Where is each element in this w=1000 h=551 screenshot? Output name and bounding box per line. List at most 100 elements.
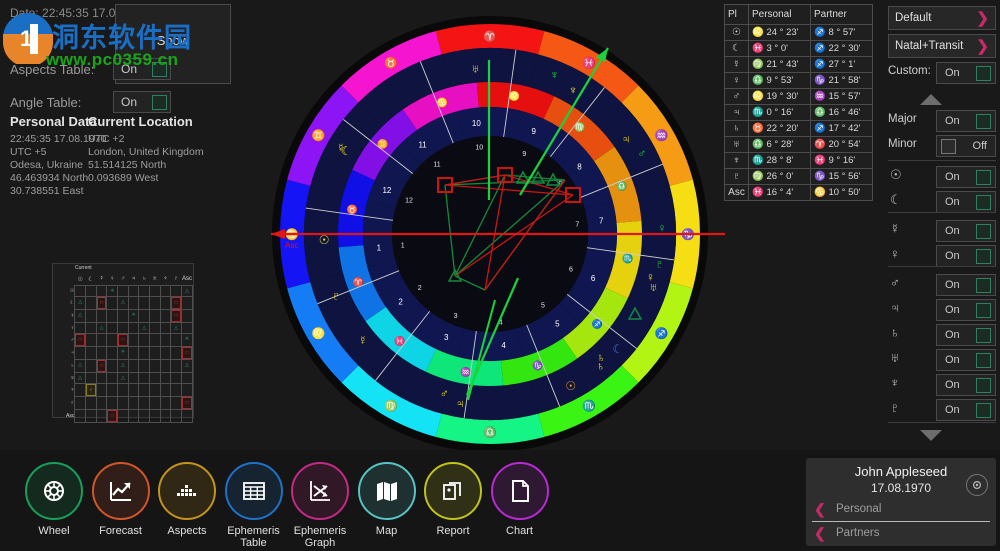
grid-cell[interactable] xyxy=(170,332,182,347)
grid-cell[interactable] xyxy=(170,284,182,297)
grid-cell[interactable] xyxy=(95,371,108,384)
person-partners-row[interactable]: ❮ Partners xyxy=(806,523,996,545)
grid-cell[interactable] xyxy=(138,345,151,360)
planet-toggle[interactable]: On xyxy=(936,374,996,396)
grid-cell[interactable] xyxy=(170,382,182,397)
planets-positions-table[interactable]: Pl Personal Partner ☉ ♌ 24 ° 23' ♐ 8 ° 57' ☾ ♓… xyxy=(724,4,873,201)
grid-cell[interactable] xyxy=(127,295,140,310)
grid-cell[interactable] xyxy=(117,395,129,410)
grid-cell[interactable] xyxy=(138,284,151,297)
grid-cell[interactable] xyxy=(159,308,172,323)
grid-cell[interactable] xyxy=(106,295,119,310)
grid-cell[interactable] xyxy=(127,321,140,334)
grid-cell[interactable]: ✳ xyxy=(127,308,140,323)
grid-cell[interactable] xyxy=(138,332,151,347)
grid-cell[interactable]: □ xyxy=(170,308,182,323)
grid-cell[interactable]: ○ xyxy=(85,382,97,397)
grid-cell[interactable]: △ xyxy=(117,295,129,310)
table-row[interactable]: ♄ ♉ 22 ° 20' ♐ 17 ° 42' xyxy=(724,120,873,137)
grid-cell[interactable] xyxy=(149,358,161,373)
scroll-up-arrow-icon[interactable] xyxy=(920,94,942,105)
grid-cell[interactable] xyxy=(149,408,161,423)
grid-cell[interactable] xyxy=(85,308,97,323)
grid-cell[interactable] xyxy=(138,382,151,397)
grid-cell[interactable] xyxy=(170,358,182,373)
grid-cell[interactable] xyxy=(117,382,129,397)
table-row[interactable]: ☿ ♍ 21 ° 43' ♐ 27 ° 1' xyxy=(724,56,873,73)
grid-cell[interactable] xyxy=(127,408,140,423)
preset-default-button[interactable]: Default ❯ xyxy=(888,6,996,30)
grid-cell[interactable] xyxy=(149,395,161,410)
grid-cell[interactable]: □ xyxy=(180,345,194,360)
grid-cell[interactable]: △ xyxy=(117,358,129,373)
grid-cell[interactable] xyxy=(149,382,161,397)
grid-cell[interactable] xyxy=(117,321,129,334)
astrology-wheel[interactable]: ♈♓♒♑♐♏♎♍♌♋♊♉♐♑♒♓♈♉♊♋♌♍♎♏9988776655443322… xyxy=(255,0,725,450)
grid-cell[interactable] xyxy=(95,284,108,297)
grid-cell[interactable]: △ xyxy=(138,321,151,334)
angle-table-toggle[interactable]: On xyxy=(113,91,171,113)
grid-cell[interactable] xyxy=(106,332,119,347)
grid-cell[interactable] xyxy=(159,395,172,410)
grid-cell[interactable]: △ xyxy=(74,308,87,323)
table-row[interactable]: ♀ ♎ 9 ° 53' ♑ 21 ° 58' xyxy=(724,72,873,89)
table-row[interactable]: ☾ ♓ 3 ° 0' ♐ 22 ° 30' xyxy=(724,40,873,57)
grid-cell[interactable] xyxy=(180,308,194,323)
grid-cell[interactable] xyxy=(95,345,108,360)
grid-cell[interactable] xyxy=(159,321,172,334)
grid-cell[interactable] xyxy=(127,345,140,360)
grid-cell[interactable] xyxy=(85,408,97,423)
planet-toggle[interactable]: On xyxy=(936,274,996,296)
grid-cell[interactable] xyxy=(85,345,97,360)
grid-cell[interactable] xyxy=(74,382,87,397)
grid-cell[interactable] xyxy=(117,408,129,423)
person-personal-row[interactable]: ❮ Personal xyxy=(806,499,996,521)
grid-cell[interactable]: △ xyxy=(74,371,87,384)
aspects-grid-table[interactable]: Current ☉ ☾ ☿ ♀ ♂ ♃ ♄ ♅ ♆ ♇ Asc ☉ ✳ △ ☾ △ □ △ □ ☿ △ ✳ □ ♀ △ △ △ ♂ □ □… xyxy=(52,263,194,423)
grid-cell[interactable] xyxy=(85,295,97,310)
grid-cell[interactable] xyxy=(127,371,140,384)
grid-cell[interactable] xyxy=(85,284,97,297)
table-row[interactable]: ♃ ♏ 0 ° 16' ♎ 16 ° 46' xyxy=(724,104,873,121)
grid-cell[interactable] xyxy=(170,395,182,410)
grid-cell[interactable] xyxy=(138,295,151,310)
planet-toggle[interactable]: On xyxy=(936,245,996,267)
planet-toggle[interactable]: On xyxy=(936,399,996,421)
grid-cell[interactable] xyxy=(95,408,108,423)
grid-cell[interactable] xyxy=(180,321,194,334)
grid-cell[interactable] xyxy=(170,408,182,423)
grid-cell[interactable] xyxy=(95,382,108,397)
planet-toggle[interactable]: On xyxy=(936,324,996,346)
grid-cell[interactable]: □ xyxy=(95,295,108,310)
major-toggle[interactable]: On xyxy=(936,110,996,132)
grid-cell[interactable]: △ xyxy=(74,358,87,373)
table-row[interactable]: ☉ ♌ 24 ° 23' ♐ 8 ° 57' xyxy=(724,24,873,41)
grid-cell[interactable] xyxy=(74,408,87,423)
planet-toggle[interactable]: On xyxy=(936,220,996,242)
grid-cell[interactable]: △ xyxy=(117,371,129,384)
grid-cell[interactable]: △ xyxy=(170,321,182,334)
grid-cell[interactable] xyxy=(159,371,172,384)
grid-cell[interactable]: □ xyxy=(117,332,129,347)
grid-cell[interactable]: □ xyxy=(74,332,87,347)
grid-cell[interactable] xyxy=(149,345,161,360)
grid-cell[interactable] xyxy=(180,371,194,384)
grid-cell[interactable] xyxy=(138,358,151,373)
grid-cell[interactable] xyxy=(106,371,119,384)
grid-cell[interactable] xyxy=(85,358,97,373)
aspects-table-toggle[interactable]: On xyxy=(113,58,171,80)
person-card[interactable]: John Appleseed 17.08.1970 ❮ Personal ❮ P… xyxy=(806,458,996,546)
grid-cell[interactable] xyxy=(138,308,151,323)
grid-cell[interactable] xyxy=(159,358,172,373)
grid-cell[interactable] xyxy=(149,284,161,297)
grid-cell[interactable]: △ xyxy=(180,284,194,297)
grid-cell[interactable] xyxy=(85,371,97,384)
grid-cell[interactable]: ✳ xyxy=(106,284,119,297)
planet-toggle[interactable]: On xyxy=(936,299,996,321)
grid-cell[interactable] xyxy=(95,332,108,347)
custom-toggle[interactable]: On xyxy=(936,62,996,84)
grid-cell[interactable]: △ xyxy=(74,295,87,310)
grid-cell[interactable]: □ xyxy=(95,358,108,373)
grid-cell[interactable] xyxy=(106,395,119,410)
planet-toggle[interactable]: On xyxy=(936,191,996,213)
